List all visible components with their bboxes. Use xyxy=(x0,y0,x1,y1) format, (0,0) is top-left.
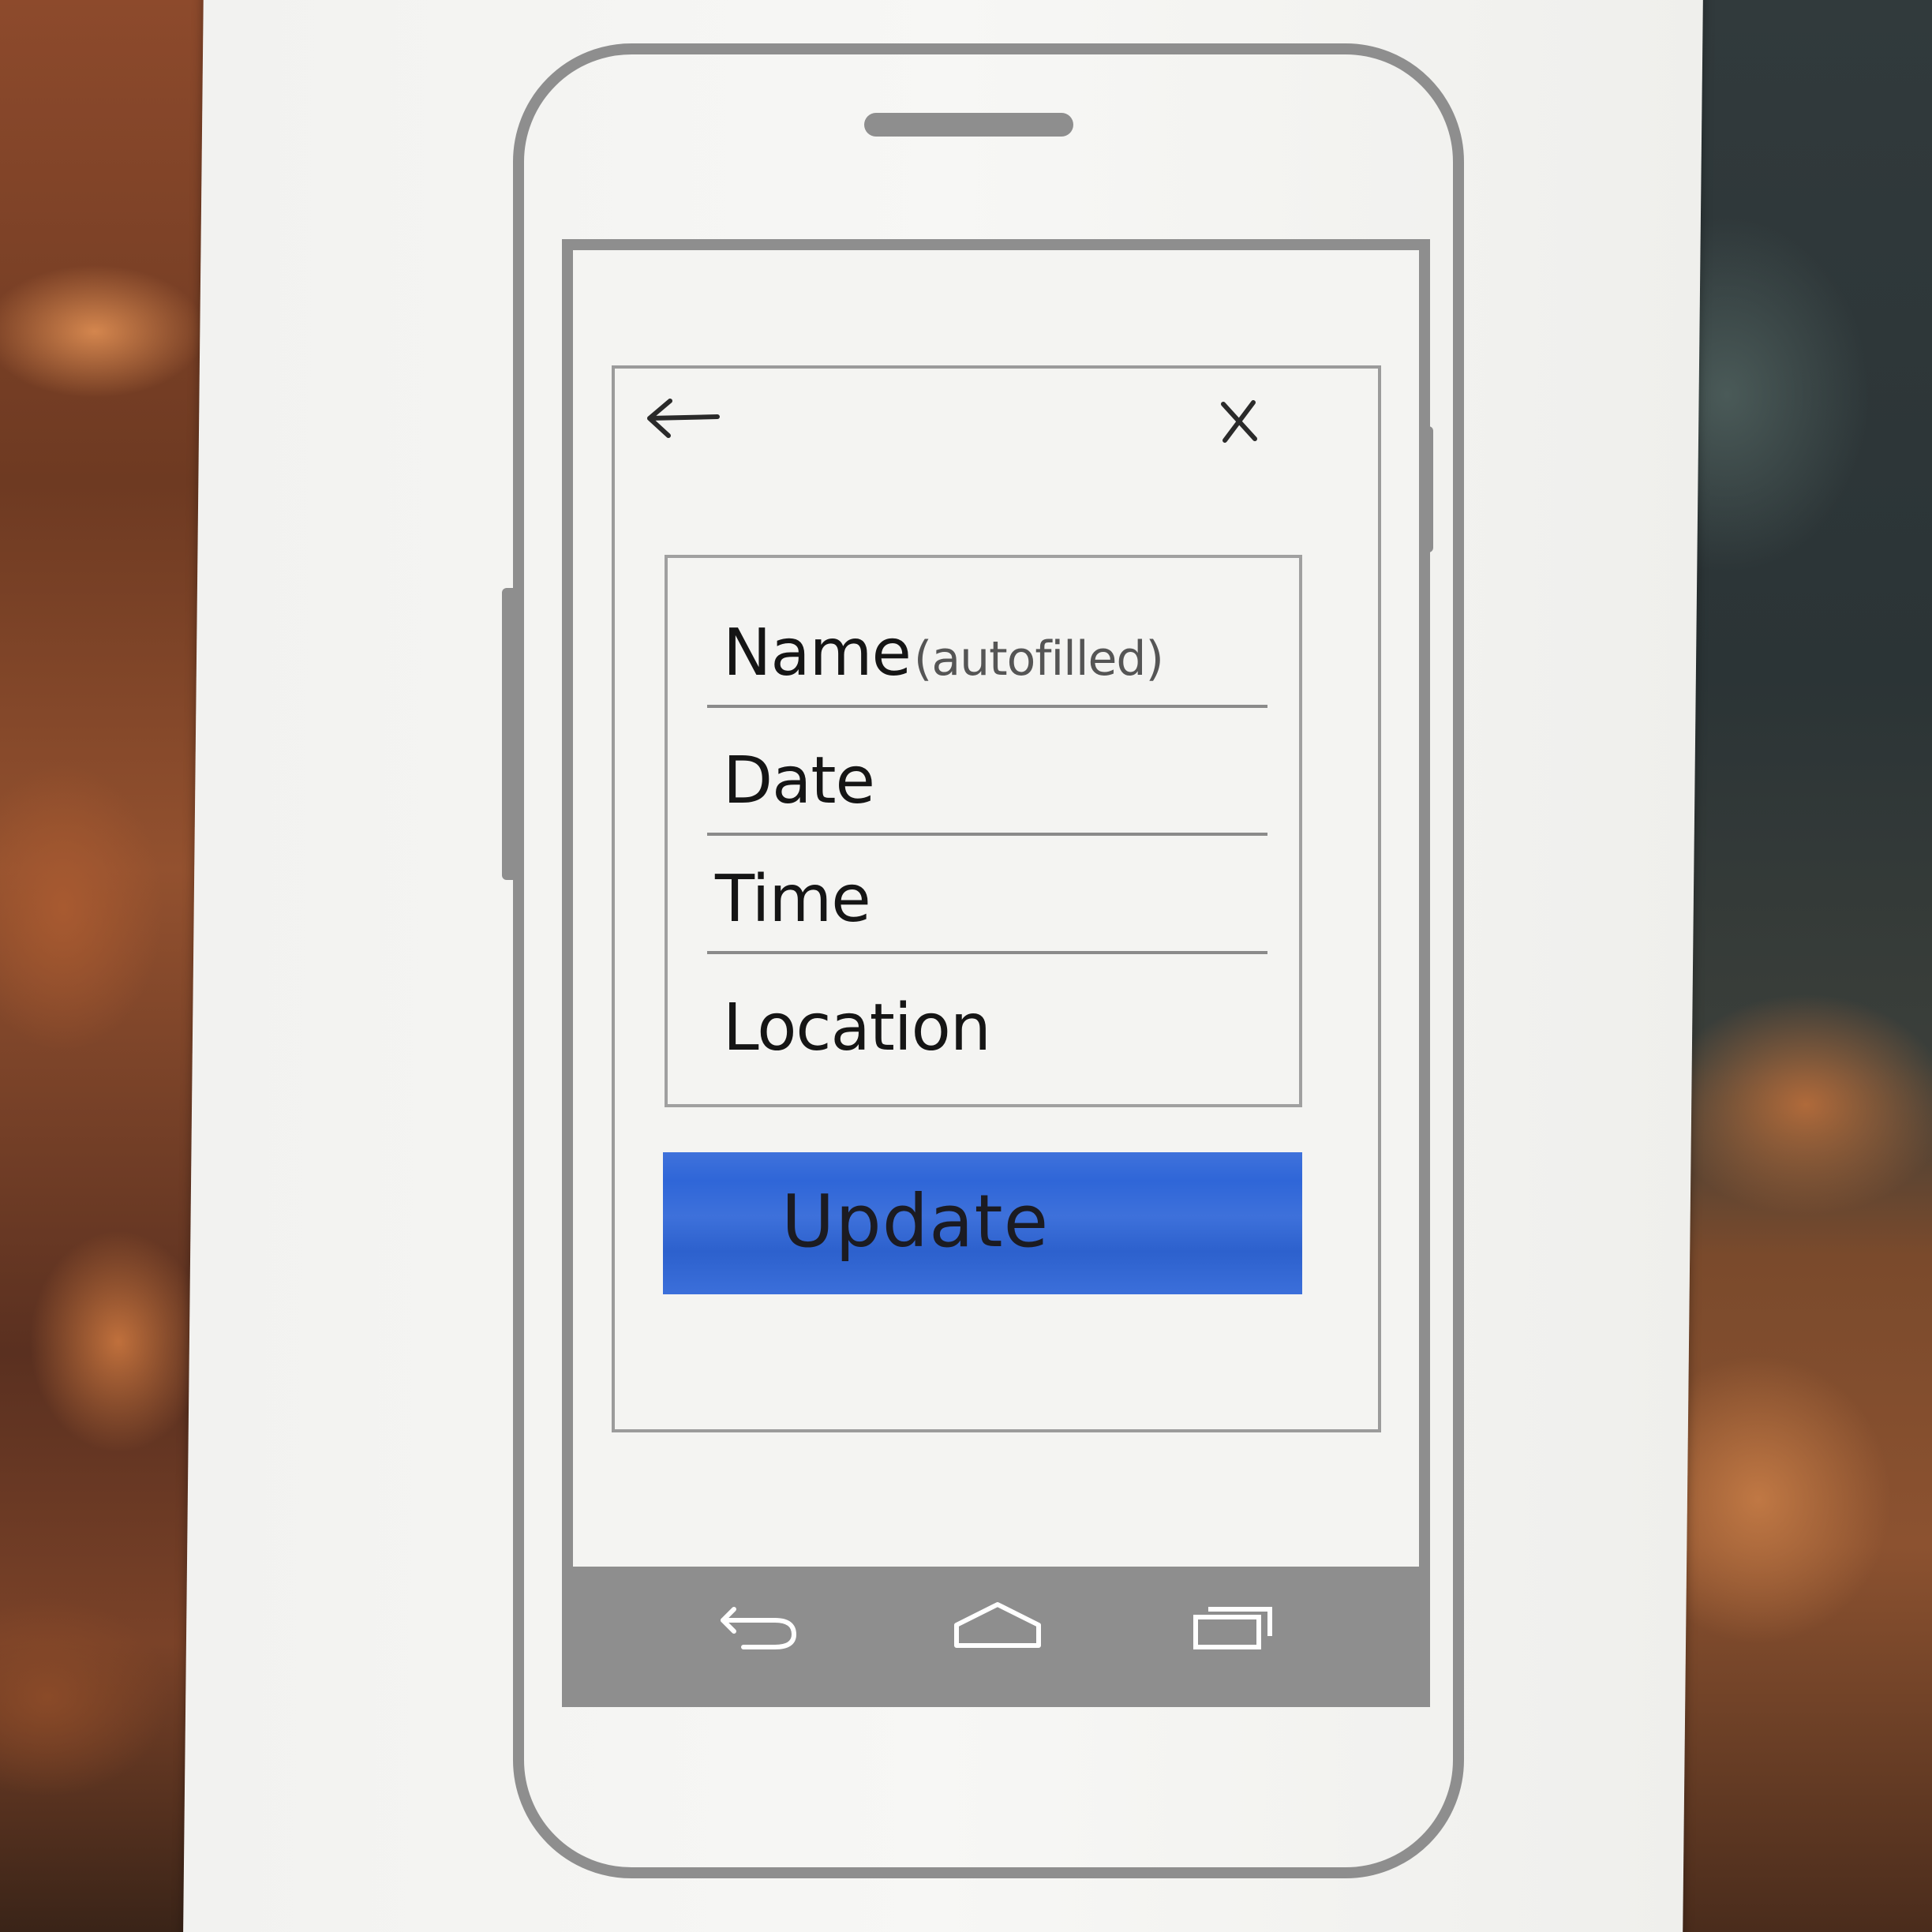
arrow-left-icon[interactable] xyxy=(643,387,722,450)
time-field[interactable]: Time xyxy=(668,828,1299,954)
time-label: Time xyxy=(715,862,871,937)
name-underline xyxy=(707,705,1267,708)
form-container: Name(autofilled) Date Time Location xyxy=(665,555,1302,1107)
location-label: Location xyxy=(723,990,991,1065)
date-label: Date xyxy=(723,743,875,818)
recents-icon[interactable] xyxy=(1188,1590,1282,1661)
back-icon[interactable] xyxy=(712,1590,807,1661)
location-field[interactable]: Location xyxy=(668,957,1299,1083)
update-button-label: Update xyxy=(781,1179,1050,1264)
navigation-bar xyxy=(562,1567,1430,1707)
name-field[interactable]: Name(autofilled) xyxy=(668,582,1299,708)
name-autofilled-hint: (autofilled) xyxy=(913,631,1164,687)
phone-speaker xyxy=(864,113,1073,137)
update-button[interactable]: Update xyxy=(663,1152,1302,1294)
phone-side-button-left xyxy=(502,588,518,880)
date-field[interactable]: Date xyxy=(668,710,1299,836)
close-icon[interactable] xyxy=(1208,390,1271,453)
name-label: Name(autofilled) xyxy=(723,616,1164,691)
time-underline xyxy=(707,951,1267,954)
home-icon[interactable] xyxy=(950,1590,1045,1661)
